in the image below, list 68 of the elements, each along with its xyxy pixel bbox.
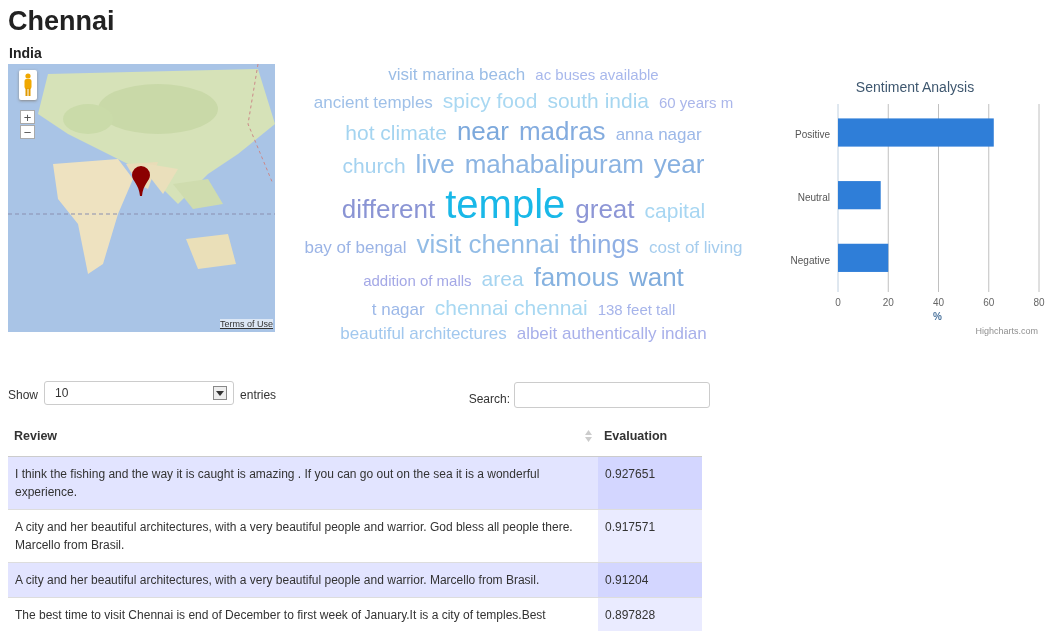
- sort-icon: [585, 430, 592, 442]
- caret-icon: [213, 386, 228, 400]
- cloud-word: madras: [518, 118, 606, 144]
- category-label: Negative: [790, 254, 830, 266]
- axis-tick-label: 20: [882, 297, 894, 308]
- column-header[interactable]: Evaluation: [598, 416, 702, 457]
- cloud-word: beautiful architectures: [340, 325, 507, 342]
- entries-select[interactable]: 10: [44, 381, 235, 405]
- zoom-in-button[interactable]: +: [20, 110, 35, 124]
- table-cell: I think the fishing and the way it is caught is amazing . If you can go out on the sea it is a wonderful experience.: [8, 456, 598, 510]
- pegman-icon[interactable]: [19, 70, 37, 100]
- country-label: India: [9, 45, 42, 61]
- chart-credit: Highcharts.com: [975, 326, 1038, 336]
- show-label: Show: [8, 388, 39, 402]
- cloud-word: year: [653, 151, 705, 177]
- search-field[interactable]: [514, 382, 710, 408]
- cloud-word: want: [628, 264, 684, 290]
- cloud-word: famous: [533, 264, 619, 290]
- axis-tick-label: 0: [835, 297, 841, 308]
- table-cell: 0.91204: [598, 562, 702, 598]
- sentiment-bar: [838, 243, 889, 272]
- category-label: Neutral: [797, 192, 830, 203]
- cloud-word: visit chennai: [416, 231, 560, 257]
- cloud-word: mahabalipuram: [464, 151, 644, 177]
- sentiment-bar: [838, 181, 881, 210]
- axis-tick-label: 40: [932, 297, 945, 308]
- axis-tick-label: 80: [1033, 297, 1045, 308]
- axis-tick-label: 60: [983, 297, 995, 308]
- entries-label: entries: [240, 388, 277, 402]
- axis-title: %: [933, 311, 942, 322]
- cloud-word: visit marina beach: [388, 66, 526, 83]
- cloud-word: capital: [644, 200, 706, 221]
- table-cell: A city and her beautiful architectures, with a very beautiful people and warrior. Marcello from Brasil.: [8, 562, 598, 598]
- table-cell: 0.897828: [598, 597, 702, 631]
- cloud-word: temple: [445, 184, 566, 224]
- cloud-word: spicy food: [442, 90, 538, 111]
- cloud-word: anna nagar: [615, 126, 702, 143]
- cloud-word: t nagar: [371, 301, 425, 318]
- map[interactable]: + − Terms of Use: [8, 64, 275, 332]
- cloud-word: different: [341, 196, 436, 222]
- cloud-word: 138 feet tall: [597, 302, 676, 317]
- cloud-word: area: [481, 268, 524, 289]
- cloud-word: great: [575, 196, 635, 222]
- cloud-word: ancient temples: [313, 94, 433, 111]
- table-cell: The best time to visit Chennai is end of December to first week of January.It is a city of temples.Best: [8, 597, 598, 631]
- cloud-word: bay of bengal: [304, 239, 407, 256]
- cloud-word: albeit authentically indian: [516, 325, 707, 342]
- zoom-out-button[interactable]: −: [20, 125, 35, 139]
- cloud-word: south india: [547, 90, 649, 111]
- category-label: Positive: [795, 129, 830, 141]
- map-pin-icon[interactable]: [132, 166, 150, 196]
- terms-link[interactable]: Terms of Use: [220, 319, 273, 329]
- table-cell: 0.927651: [598, 456, 702, 510]
- table-cell: 0.917571: [598, 509, 702, 563]
- cloud-word: 60 years m: [659, 95, 734, 110]
- page-title: Chennai: [8, 6, 115, 37]
- cloud-word: live: [415, 151, 455, 177]
- cloud-word: church: [342, 155, 406, 176]
- column-header[interactable]: Review: [8, 416, 598, 457]
- cloud-word: ac buses available: [535, 67, 659, 82]
- cloud-word: addition of malls: [363, 273, 472, 288]
- chart-title: Sentiment Analysis: [855, 79, 975, 95]
- cloud-word: things: [569, 231, 639, 257]
- cloud-word: near: [456, 118, 509, 144]
- cloud-word: chennai chennai: [434, 297, 588, 318]
- cloud-word: hot climate: [345, 122, 447, 143]
- search-label: Search:: [468, 392, 510, 406]
- cloud-word: cost of living: [649, 239, 743, 256]
